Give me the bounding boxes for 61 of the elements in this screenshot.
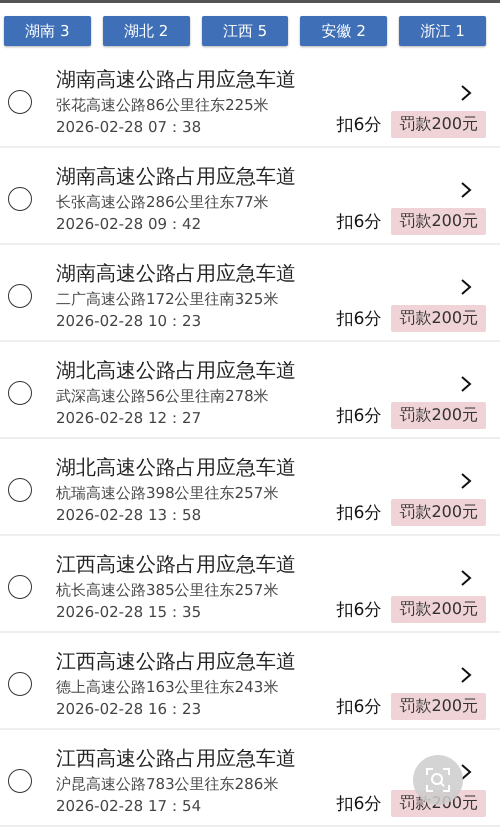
fine-badge: 罚款200元 (391, 208, 486, 235)
violation-title: 湖南高速公路占用应急车道 (56, 66, 297, 93)
fine-badge: 罚款200元 (391, 596, 486, 623)
points-text: 扣6分 (336, 599, 382, 621)
radio-button[interactable] (8, 380, 32, 404)
points-text: 扣6分 (336, 502, 382, 524)
location-text: 长张高速公路286公里往东77米 (56, 193, 270, 212)
time-text: 2026-02-28 09：42 (56, 215, 202, 234)
fine-badge: 罚款200元 (391, 402, 486, 429)
province-tab[interactable]: 湖北 2 (102, 16, 190, 46)
time-text: 2026-02-28 17：54 (56, 797, 202, 816)
chevron-icon[interactable] (460, 85, 472, 101)
time-text: 2026-02-28 16：23 (56, 700, 202, 719)
chevron-icon[interactable] (460, 764, 472, 780)
violation-title: 江西高速公路占用应急车道 (56, 648, 297, 675)
points-text: 扣6分 (336, 114, 382, 136)
time-text: 2026-02-28 13：58 (56, 506, 202, 525)
radio-button[interactable] (8, 478, 32, 502)
scan-search-icon (425, 767, 451, 793)
violation-title: 湖北高速公路占用应急车道 (56, 454, 297, 481)
chevron-icon[interactable] (460, 667, 472, 683)
time-text: 2026-02-28 10：23 (56, 312, 202, 331)
location-text: 二广高速公路172公里往南325米 (56, 290, 280, 309)
points-text: 扣6分 (336, 405, 382, 427)
chevron-icon[interactable] (460, 279, 472, 295)
radio-button[interactable] (8, 574, 32, 598)
violation-title: 湖南高速公路占用应急车道 (56, 163, 297, 190)
violation-title: 湖南高速公路占用应急车道 (56, 260, 297, 287)
province-tab[interactable]: 江西 5 (202, 16, 288, 46)
location-text: 张花高速公路86公里往东225米 (56, 96, 270, 115)
location-text: 杭瑞高速公路398公里往东257米 (56, 484, 280, 503)
radio-button[interactable] (8, 284, 32, 308)
points-text: 扣6分 (336, 793, 382, 815)
chevron-icon[interactable] (460, 376, 472, 392)
time-text: 2026-02-28 07：38 (56, 118, 202, 137)
points-text: 扣6分 (336, 308, 382, 330)
chevron-icon[interactable] (460, 473, 472, 489)
violation-title: 江西高速公路占用应急车道 (56, 551, 297, 578)
radio-button[interactable] (8, 90, 32, 114)
location-text: 德上高速公路163公里往东243米 (56, 678, 280, 697)
radio-button[interactable] (8, 186, 32, 210)
location-text: 杭长高速公路385公里往东257米 (56, 581, 280, 600)
radio-button[interactable] (8, 768, 32, 792)
violation-title: 江西高速公路占用应急车道 (56, 745, 297, 772)
points-text: 扣6分 (336, 696, 382, 718)
location-text: 沪昆高速公路783公里往东286米 (56, 775, 280, 794)
violation-title: 湖北高速公路占用应急车道 (56, 357, 297, 384)
fine-badge: 罚款200元 (391, 499, 486, 526)
radio-button[interactable] (8, 672, 32, 696)
province-tab[interactable]: 湖南 3 (4, 16, 91, 46)
chevron-icon[interactable] (460, 570, 472, 586)
fine-badge: 罚款200元 (391, 305, 486, 332)
province-tab[interactable]: 安徽 2 (300, 16, 388, 46)
chevron-icon[interactable] (460, 182, 472, 198)
points-text: 扣6分 (336, 211, 382, 233)
fine-badge: 罚款200元 (391, 111, 486, 138)
location-text: 武深高速公路56公里往南278米 (56, 387, 270, 406)
fine-badge: 罚款200元 (391, 693, 486, 720)
time-text: 2026-02-28 12：27 (56, 409, 202, 428)
province-tab[interactable]: 浙江 1 (399, 16, 486, 46)
time-text: 2026-02-28 15：35 (56, 603, 202, 622)
